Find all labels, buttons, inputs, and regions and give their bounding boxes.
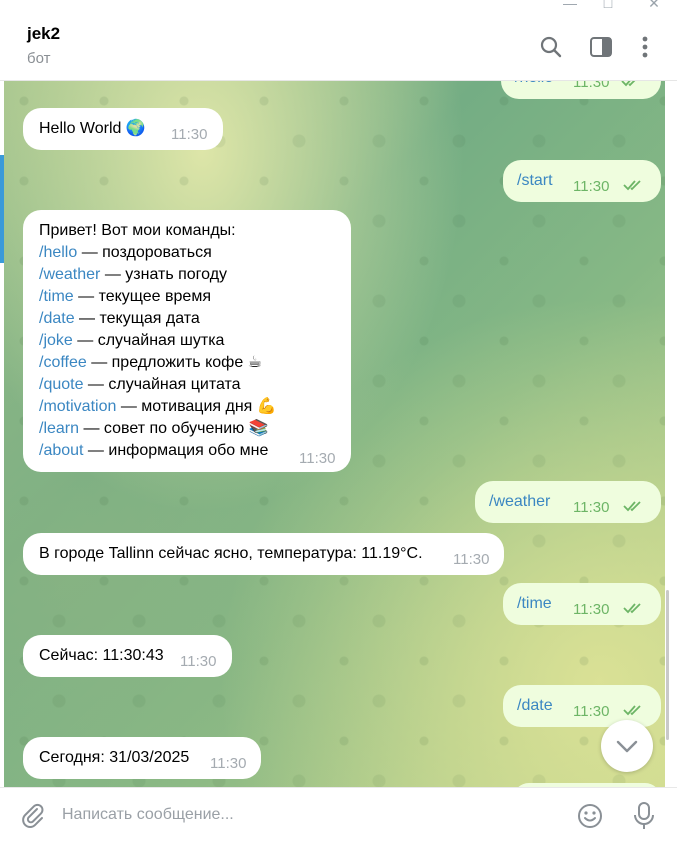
command-desc: — мотивация дня 💪 (116, 398, 277, 415)
message-incoming[interactable]: Hello World 🌍 11:30 (23, 108, 223, 150)
command-link-weather[interactable]: /weather (39, 266, 100, 283)
message-incoming[interactable]: Сейчас: 11:30:43 11:30 (23, 635, 232, 677)
double-check-icon (623, 180, 641, 191)
minimize-icon[interactable]: — (560, 0, 580, 10)
close-icon[interactable]: ✕ (644, 0, 664, 10)
message-time: 11:30 (210, 755, 247, 772)
command-line-hello: /hello — поздороваться (39, 242, 277, 264)
emoji-smile-icon[interactable] (576, 802, 604, 830)
command-desc: — случайная цитата (83, 376, 241, 393)
message-time: 11:30 (573, 81, 610, 91)
double-check-icon (621, 81, 636, 87)
message-text[interactable]: /hello (515, 81, 553, 89)
double-check-icon (623, 501, 641, 512)
message-time: 11:30 (453, 551, 490, 568)
command-desc: — текущая дата (74, 310, 200, 327)
command-link-motivation[interactable]: /motivation (39, 398, 116, 415)
message-input[interactable] (60, 796, 564, 834)
message-composer (0, 787, 677, 841)
message-incoming[interactable]: Сегодня: 31/03/2025 11:30 (23, 737, 261, 779)
message-time: 11:30 (573, 178, 610, 195)
command-line-about: /about — информация обо мне (39, 440, 277, 462)
command-link-time[interactable]: /time (39, 288, 74, 305)
command-line-weather: /weather — узнать погоду (39, 264, 277, 286)
command-link-date[interactable]: /date (39, 310, 75, 327)
commands-intro: Привет! Вот мои команды: (39, 222, 236, 239)
command-link-quote[interactable]: /quote (39, 376, 83, 393)
command-desc: — информация обо мне (83, 442, 269, 459)
message-time: 11:30 (573, 499, 610, 516)
chat-header: jek2 бот (0, 14, 677, 81)
message-text[interactable]: /start (517, 170, 553, 192)
chat-scrollbar[interactable] (666, 590, 669, 740)
command-line-learn: /learn — совет по обучению 📚 (39, 418, 277, 440)
command-link-hello[interactable]: /hello (39, 244, 77, 261)
message-text: Сейчас: 11:30:43 (39, 647, 164, 664)
chat-title[interactable]: jek2 (27, 24, 60, 44)
scroll-to-bottom-button[interactable] (601, 720, 653, 772)
command-line-motivation: /motivation — мотивация дня 💪 (39, 396, 277, 418)
command-link-learn[interactable]: /learn (39, 420, 79, 437)
message-outgoing[interactable]: /weather 11:30 (475, 481, 661, 523)
command-desc: — случайная шутка (72, 332, 225, 349)
command-desc: — узнать погоду (100, 266, 228, 283)
message-time: 11:30 (573, 601, 610, 618)
command-desc: — поздороваться (77, 244, 212, 261)
command-line-time: /time — текущее время (39, 286, 277, 308)
message-time: 11:30 (171, 126, 208, 143)
chevron-down-icon (616, 740, 638, 753)
message-text[interactable]: /date (517, 695, 553, 717)
search-icon[interactable] (538, 34, 564, 60)
chat-status: бот (27, 50, 51, 67)
message-text: Сегодня: 31/03/2025 (39, 749, 190, 766)
command-desc: — текущее время (73, 288, 211, 305)
double-check-icon (623, 705, 641, 716)
command-desc: — предложить кофе ☕ (86, 354, 262, 371)
command-desc: — совет по обучению 📚 (79, 420, 269, 437)
command-line-joke: /joke — случайная шутка (39, 330, 277, 352)
more-vertical-icon[interactable] (632, 34, 658, 60)
attach-paperclip-icon[interactable] (20, 802, 46, 828)
microphone-icon[interactable] (630, 801, 658, 831)
message-text[interactable]: /time (517, 593, 552, 615)
message-incoming-commands[interactable]: Привет! Вот мои команды: /hello — поздор… (23, 210, 351, 472)
message-text[interactable]: /weather (489, 491, 550, 513)
double-check-icon (623, 603, 641, 614)
message-time: 11:30 (180, 653, 217, 670)
command-link-joke[interactable]: /joke (39, 332, 73, 349)
message-text: В городе Tallinn сейчас ясно, температур… (39, 545, 423, 562)
command-link-coffee[interactable]: /coffee (39, 354, 87, 371)
command-line-quote: /quote — случайная цитата (39, 374, 277, 396)
message-outgoing[interactable]: /start 11:30 (503, 160, 661, 202)
chat-area[interactable]: /hello 11:30 Hello World 🌍 11:30 /start … (4, 81, 665, 787)
command-link-about[interactable]: /about (39, 442, 83, 459)
message-outgoing[interactable]: /time 11:30 (503, 583, 661, 625)
message-text: Hello World 🌍 (39, 120, 146, 137)
command-line-coffee: /coffee — предложить кофе ☕ (39, 352, 277, 374)
command-line-date: /date — текущая дата (39, 308, 277, 330)
window-titlebar: — □ ✕ (0, 0, 677, 14)
sidebar-toggle-icon[interactable] (588, 34, 614, 60)
message-outgoing[interactable]: /hello 11:30 (501, 81, 661, 99)
message-incoming[interactable]: В городе Tallinn сейчас ясно, температур… (23, 533, 504, 575)
message-time: 11:30 (299, 450, 336, 467)
maximize-icon[interactable]: □ (598, 0, 618, 10)
